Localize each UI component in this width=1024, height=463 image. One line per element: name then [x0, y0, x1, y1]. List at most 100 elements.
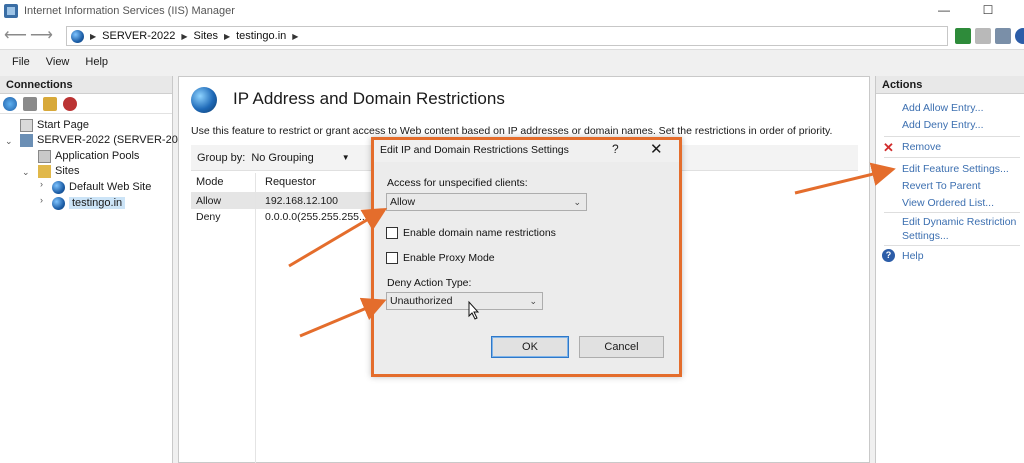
chevron-right-icon[interactable]: ›	[40, 179, 43, 189]
table-cell-mode[interactable]: Allow	[196, 193, 221, 209]
cancel-button[interactable]: Cancel	[579, 336, 664, 358]
globe-icon	[52, 180, 65, 194]
enable-proxy-label: Enable Proxy Mode	[403, 252, 495, 264]
close-icon[interactable]: ✕	[650, 140, 663, 158]
tree-item-default-site[interactable]: Default Web Site	[52, 179, 151, 195]
window-title: Internet Information Services (IIS) Mana…	[24, 5, 235, 17]
page-title: IP Address and Domain Restrictions	[233, 89, 505, 108]
connections-pane: Connections Start Page ⌄ SERVER-2022 (SE…	[0, 76, 200, 463]
feature-description: Use this feature to restrict or grant ac…	[191, 125, 833, 137]
maximize-button[interactable]: ☐	[980, 2, 996, 18]
group-by-select[interactable]: No Grouping	[251, 152, 313, 164]
table-cell-mode[interactable]: Deny	[196, 209, 221, 225]
access-select[interactable]: Allow ⌄	[386, 193, 587, 211]
server-icon	[20, 133, 33, 147]
iis-manager-icon	[4, 4, 18, 18]
tree-item-server[interactable]: SERVER-2022 (SERVER-2022\A	[20, 132, 200, 148]
deny-action-label: Deny Action Type:	[387, 277, 472, 289]
address-bar: ⟵ ⟶ ▶ SERVER-2022 ▶ Sites ▶ testingo.in …	[0, 22, 1024, 50]
breadcrumb-site[interactable]: testingo.in	[236, 30, 286, 42]
edit-feature-settings-link[interactable]: Edit Feature Settings...	[902, 163, 1009, 175]
dialog-body: Access for unspecified clients: Allow ⌄ …	[374, 162, 679, 374]
chevron-right-icon: ▶	[292, 31, 299, 41]
connections-header: Connections	[0, 76, 172, 94]
disconnect-icon[interactable]	[63, 96, 77, 111]
tree-label: Start Page	[37, 119, 89, 131]
actions-divider	[884, 212, 1020, 213]
actions-header: Actions	[876, 76, 1024, 94]
dialog-title: Edit IP and Domain Restrictions Settings	[380, 144, 569, 156]
chevron-down-icon[interactable]: ▼	[342, 153, 350, 162]
group-by-label: Group by:	[197, 151, 246, 164]
tree-item-app-pools[interactable]: Application Pools	[38, 148, 139, 164]
tree-label: Application Pools	[55, 150, 140, 162]
access-select-value: Allow	[390, 196, 416, 208]
breadcrumb[interactable]: ▶ SERVER-2022 ▶ Sites ▶ testingo.in ▶	[66, 26, 948, 46]
sites-folder-icon	[38, 164, 51, 178]
start-page-icon	[20, 118, 33, 132]
globe-icon	[71, 29, 84, 43]
view-ordered-list-link[interactable]: View Ordered List...	[902, 197, 994, 209]
forward-arrow-icon[interactable]: ⟶	[30, 27, 53, 45]
connect-icon[interactable]	[3, 96, 17, 111]
menu-bar: File View Help	[0, 50, 1024, 74]
tree-label: Sites	[55, 165, 80, 177]
tree-item-testingo[interactable]: testingo.in	[52, 195, 126, 211]
title-bar: Internet Information Services (IIS) Mana…	[0, 0, 1024, 22]
chevron-right-icon[interactable]: ›	[40, 195, 43, 205]
help-icon[interactable]	[1015, 28, 1024, 44]
edit-dynamic-restriction-link[interactable]: Edit Dynamic Restriction	[902, 216, 1016, 228]
add-deny-entry-link[interactable]: Add Deny Entry...	[902, 119, 984, 131]
remove-link[interactable]: Remove	[902, 141, 941, 153]
deny-action-select[interactable]: Unauthorized ⌄	[386, 292, 543, 310]
menu-help[interactable]: Help	[85, 56, 108, 68]
ok-button[interactable]: OK	[491, 336, 569, 358]
up-folder-icon[interactable]	[43, 96, 57, 111]
edit-restrictions-dialog: Edit IP and Domain Restrictions Settings…	[371, 137, 682, 377]
chevron-down-icon: ⌄	[529, 296, 537, 306]
help-icon: ?	[882, 249, 895, 262]
column-divider	[255, 173, 256, 463]
back-arrow-icon[interactable]: ⟵	[4, 27, 27, 45]
chevron-down-icon: ⌄	[573, 197, 581, 207]
stop-icon[interactable]	[975, 28, 991, 44]
tree-item-sites[interactable]: Sites	[38, 163, 79, 179]
actions-divider	[884, 245, 1020, 246]
add-allow-entry-link[interactable]: Add Allow Entry...	[902, 102, 984, 114]
remove-x-icon: ✕	[883, 140, 894, 155]
tree-label: SERVER-2022 (SERVER-2022\A	[37, 134, 201, 146]
actions-divider	[884, 136, 1020, 137]
home-icon[interactable]	[995, 28, 1011, 44]
breadcrumb-sites[interactable]: Sites	[193, 30, 217, 42]
breadcrumb-server[interactable]: SERVER-2022	[102, 30, 175, 42]
tree-item-start-page[interactable]: Start Page	[20, 117, 89, 133]
column-header-requestor[interactable]: Requestor	[265, 173, 316, 191]
column-header-mode[interactable]: Mode	[196, 173, 224, 191]
revert-to-parent-link[interactable]: Revert To Parent	[902, 180, 981, 192]
enable-domain-checkbox[interactable]	[386, 227, 398, 239]
save-icon[interactable]	[23, 96, 37, 111]
chevron-down-icon[interactable]: ⌄	[5, 136, 13, 147]
dialog-help-button[interactable]: ?	[612, 142, 619, 156]
table-cell-requestor[interactable]: 192.168.12.100	[265, 193, 338, 209]
chevron-right-icon: ▶	[181, 31, 188, 41]
refresh-icon[interactable]	[955, 28, 971, 44]
help-link[interactable]: Help	[902, 250, 924, 262]
ip-restrictions-globe-icon	[191, 87, 217, 113]
actions-divider	[884, 157, 1020, 158]
table-cell-requestor[interactable]: 0.0.0.0(255.255.255....	[265, 209, 371, 225]
chevron-right-icon: ▶	[223, 31, 231, 41]
menu-view[interactable]: View	[46, 56, 70, 68]
minimize-button[interactable]: —	[936, 2, 952, 18]
application-pools-icon	[38, 149, 51, 163]
enable-proxy-checkbox[interactable]	[386, 252, 398, 264]
deny-action-select-value: Unauthorized	[390, 295, 453, 307]
edit-dynamic-restriction-link-cont[interactable]: Settings...	[902, 230, 949, 242]
tree-label: testingo.in	[69, 197, 126, 209]
access-label: Access for unspecified clients:	[387, 177, 528, 189]
tree-label: Default Web Site	[69, 181, 152, 193]
connections-toolbar	[0, 94, 172, 114]
chevron-down-icon[interactable]: ⌄	[22, 167, 30, 178]
menu-file[interactable]: File	[12, 56, 30, 68]
enable-domain-label: Enable domain name restrictions	[403, 227, 556, 239]
